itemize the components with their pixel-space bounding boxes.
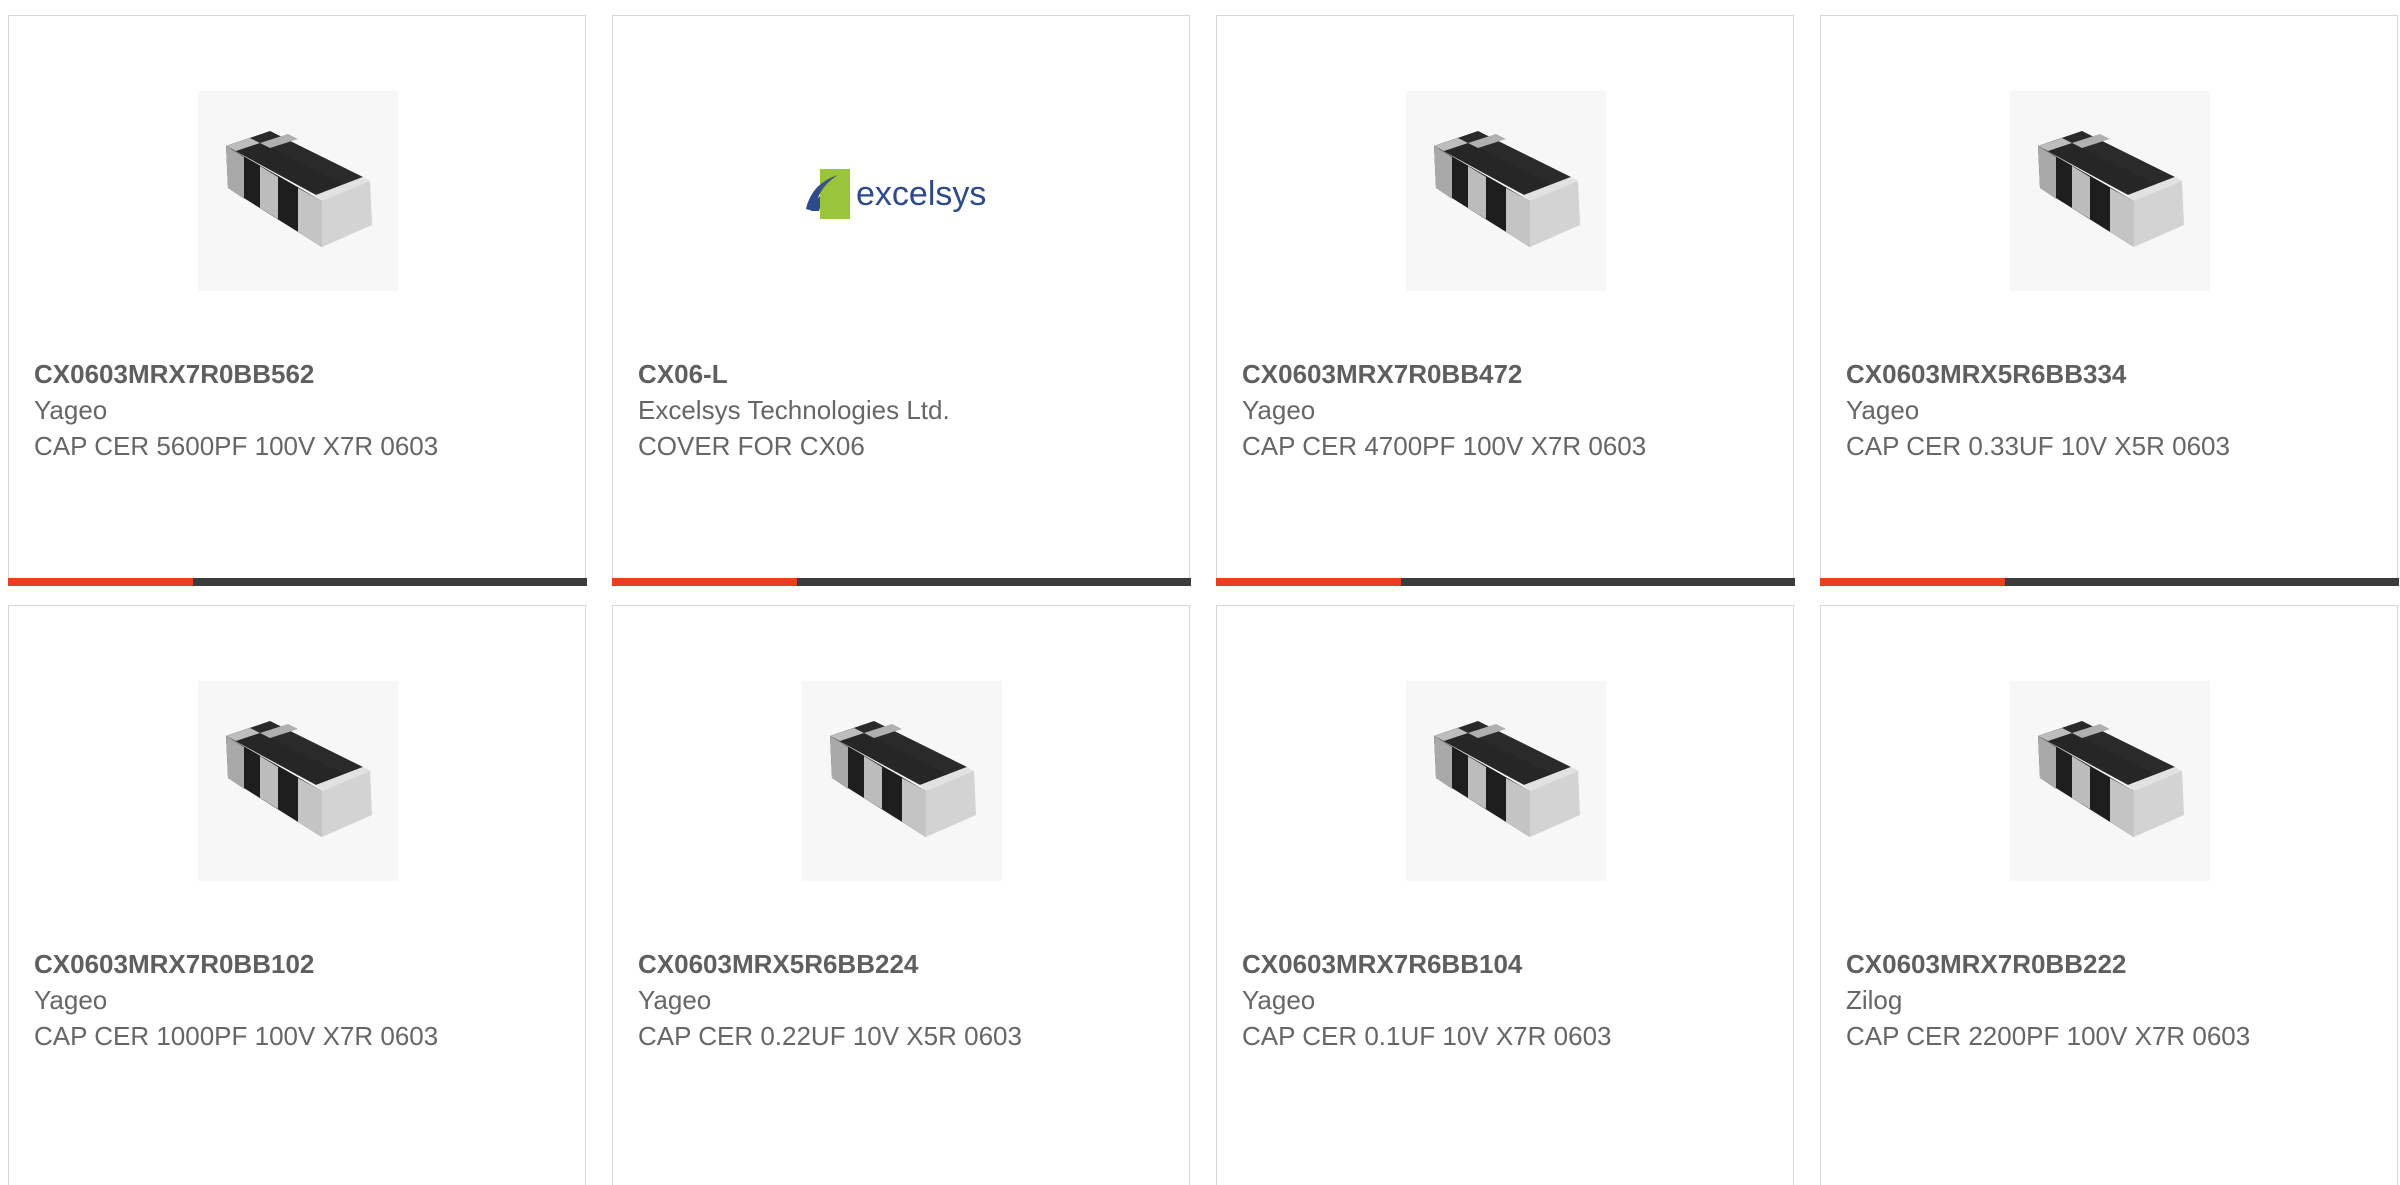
capacitor-chip-icon xyxy=(2010,681,2210,881)
part-number-link[interactable]: CX0603MRX7R0BB562 xyxy=(34,356,565,392)
description: COVER FOR CX06 xyxy=(638,431,865,461)
manufacturer: Excelsys Technologies Ltd. xyxy=(638,395,950,425)
capacitor-chip-icon xyxy=(2010,91,2210,291)
part-number-link[interactable]: CX0603MRX5R6BB224 xyxy=(638,946,1169,982)
progress-bar xyxy=(1215,577,1795,586)
part-number-link[interactable]: CX0603MRX7R0BB222 xyxy=(1846,946,2377,982)
product-info: CX0603MRX5R6BB334 Yageo CAP CER 0.33UF 1… xyxy=(1846,356,2377,464)
product-info: CX0603MRX7R0BB102 Yageo CAP CER 1000PF 1… xyxy=(34,946,565,1054)
product-info: CX06-L Excelsys Technologies Ltd. COVER … xyxy=(638,356,1169,464)
capacitor-chip-icon xyxy=(198,91,398,291)
part-number-link[interactable]: CX0603MRX7R0BB102 xyxy=(34,946,565,982)
product-image[interactable] xyxy=(198,681,398,881)
part-number-link[interactable]: CX0603MRX7R0BB472 xyxy=(1242,356,1773,392)
product-card[interactable]: CX0603MRX5R6BB224 Yageo CAP CER 0.22UF 1… xyxy=(612,605,1190,1185)
product-image[interactable] xyxy=(198,91,398,291)
product-image[interactable] xyxy=(802,681,1002,881)
description: CAP CER 0.22UF 10V X5R 0603 xyxy=(638,1021,1022,1051)
progress-bar-fill xyxy=(1215,577,1401,586)
product-card[interactable]: CX0603MRX7R0BB102 Yageo CAP CER 1000PF 1… xyxy=(8,605,586,1185)
excelsys-logo: excelsys xyxy=(806,169,986,219)
product-card[interactable]: CX0603MRX5R6BB334 Yageo CAP CER 0.33UF 1… xyxy=(1819,15,2399,586)
manufacturer: Yageo xyxy=(1242,985,1316,1015)
description: CAP CER 5600PF 100V X7R 0603 xyxy=(34,431,439,461)
description: CAP CER 1000PF 100V X7R 0603 xyxy=(34,1021,439,1051)
description: CAP CER 0.1UF 10V X7R 0603 xyxy=(1242,1021,1612,1051)
manufacturer: Yageo xyxy=(1846,395,1920,425)
product-info: CX0603MRX5R6BB224 Yageo CAP CER 0.22UF 1… xyxy=(638,946,1169,1054)
product-card[interactable]: CX0603MRX7R0BB472 Yageo CAP CER 4700PF 1… xyxy=(1215,15,1795,586)
capacitor-chip-icon xyxy=(1406,681,1606,881)
product-info: CX0603MRX7R0BB562 Yageo CAP CER 5600PF 1… xyxy=(34,356,565,464)
progress-bar-fill xyxy=(1819,577,2005,586)
description: CAP CER 4700PF 100V X7R 0603 xyxy=(1242,431,1647,461)
capacitor-chip-icon xyxy=(1406,91,1606,291)
manufacturer: Yageo xyxy=(34,985,108,1015)
progress-bar-fill xyxy=(611,577,797,586)
description: CAP CER 2200PF 100V X7R 0603 xyxy=(1846,1021,2251,1051)
product-image[interactable] xyxy=(1406,681,1606,881)
product-info: CX0603MRX7R0BB472 Yageo CAP CER 4700PF 1… xyxy=(1242,356,1773,464)
product-image[interactable] xyxy=(1406,91,1606,291)
part-number-link[interactable]: CX0603MRX5R6BB334 xyxy=(1846,356,2377,392)
product-grid: CX0603MRX7R0BB562 Yageo CAP CER 5600PF 1… xyxy=(0,0,2400,1185)
product-card[interactable]: excelsys CX06-L Excelsys Technologies Lt… xyxy=(611,15,1191,586)
product-info: CX0603MRX7R6BB104 Yageo CAP CER 0.1UF 10… xyxy=(1242,946,1773,1054)
product-card[interactable]: CX0603MRX7R0BB562 Yageo CAP CER 5600PF 1… xyxy=(7,15,587,586)
product-card[interactable]: CX0603MRX7R0BB222 Zilog CAP CER 2200PF 1… xyxy=(1820,605,2398,1185)
product-info: CX0603MRX7R0BB222 Zilog CAP CER 2200PF 1… xyxy=(1846,946,2377,1054)
progress-bar xyxy=(611,577,1191,586)
progress-bar xyxy=(1819,577,2399,586)
logo-text: excelsys xyxy=(856,175,986,213)
product-image[interactable]: excelsys xyxy=(802,91,1002,291)
progress-bar xyxy=(7,577,587,586)
product-image[interactable] xyxy=(2010,681,2210,881)
part-number-link[interactable]: CX0603MRX7R6BB104 xyxy=(1242,946,1773,982)
description: CAP CER 0.33UF 10V X5R 0603 xyxy=(1846,431,2230,461)
capacitor-chip-icon xyxy=(198,681,398,881)
manufacturer: Yageo xyxy=(1242,395,1316,425)
capacitor-chip-icon xyxy=(802,681,1002,881)
manufacturer: Yageo xyxy=(638,985,712,1015)
manufacturer: Zilog xyxy=(1846,985,1903,1015)
part-number-link[interactable]: CX06-L xyxy=(638,356,1169,392)
manufacturer: Yageo xyxy=(34,395,108,425)
progress-bar-fill xyxy=(7,577,193,586)
product-image[interactable] xyxy=(2010,91,2210,291)
product-card[interactable]: CX0603MRX7R6BB104 Yageo CAP CER 0.1UF 10… xyxy=(1216,605,1794,1185)
